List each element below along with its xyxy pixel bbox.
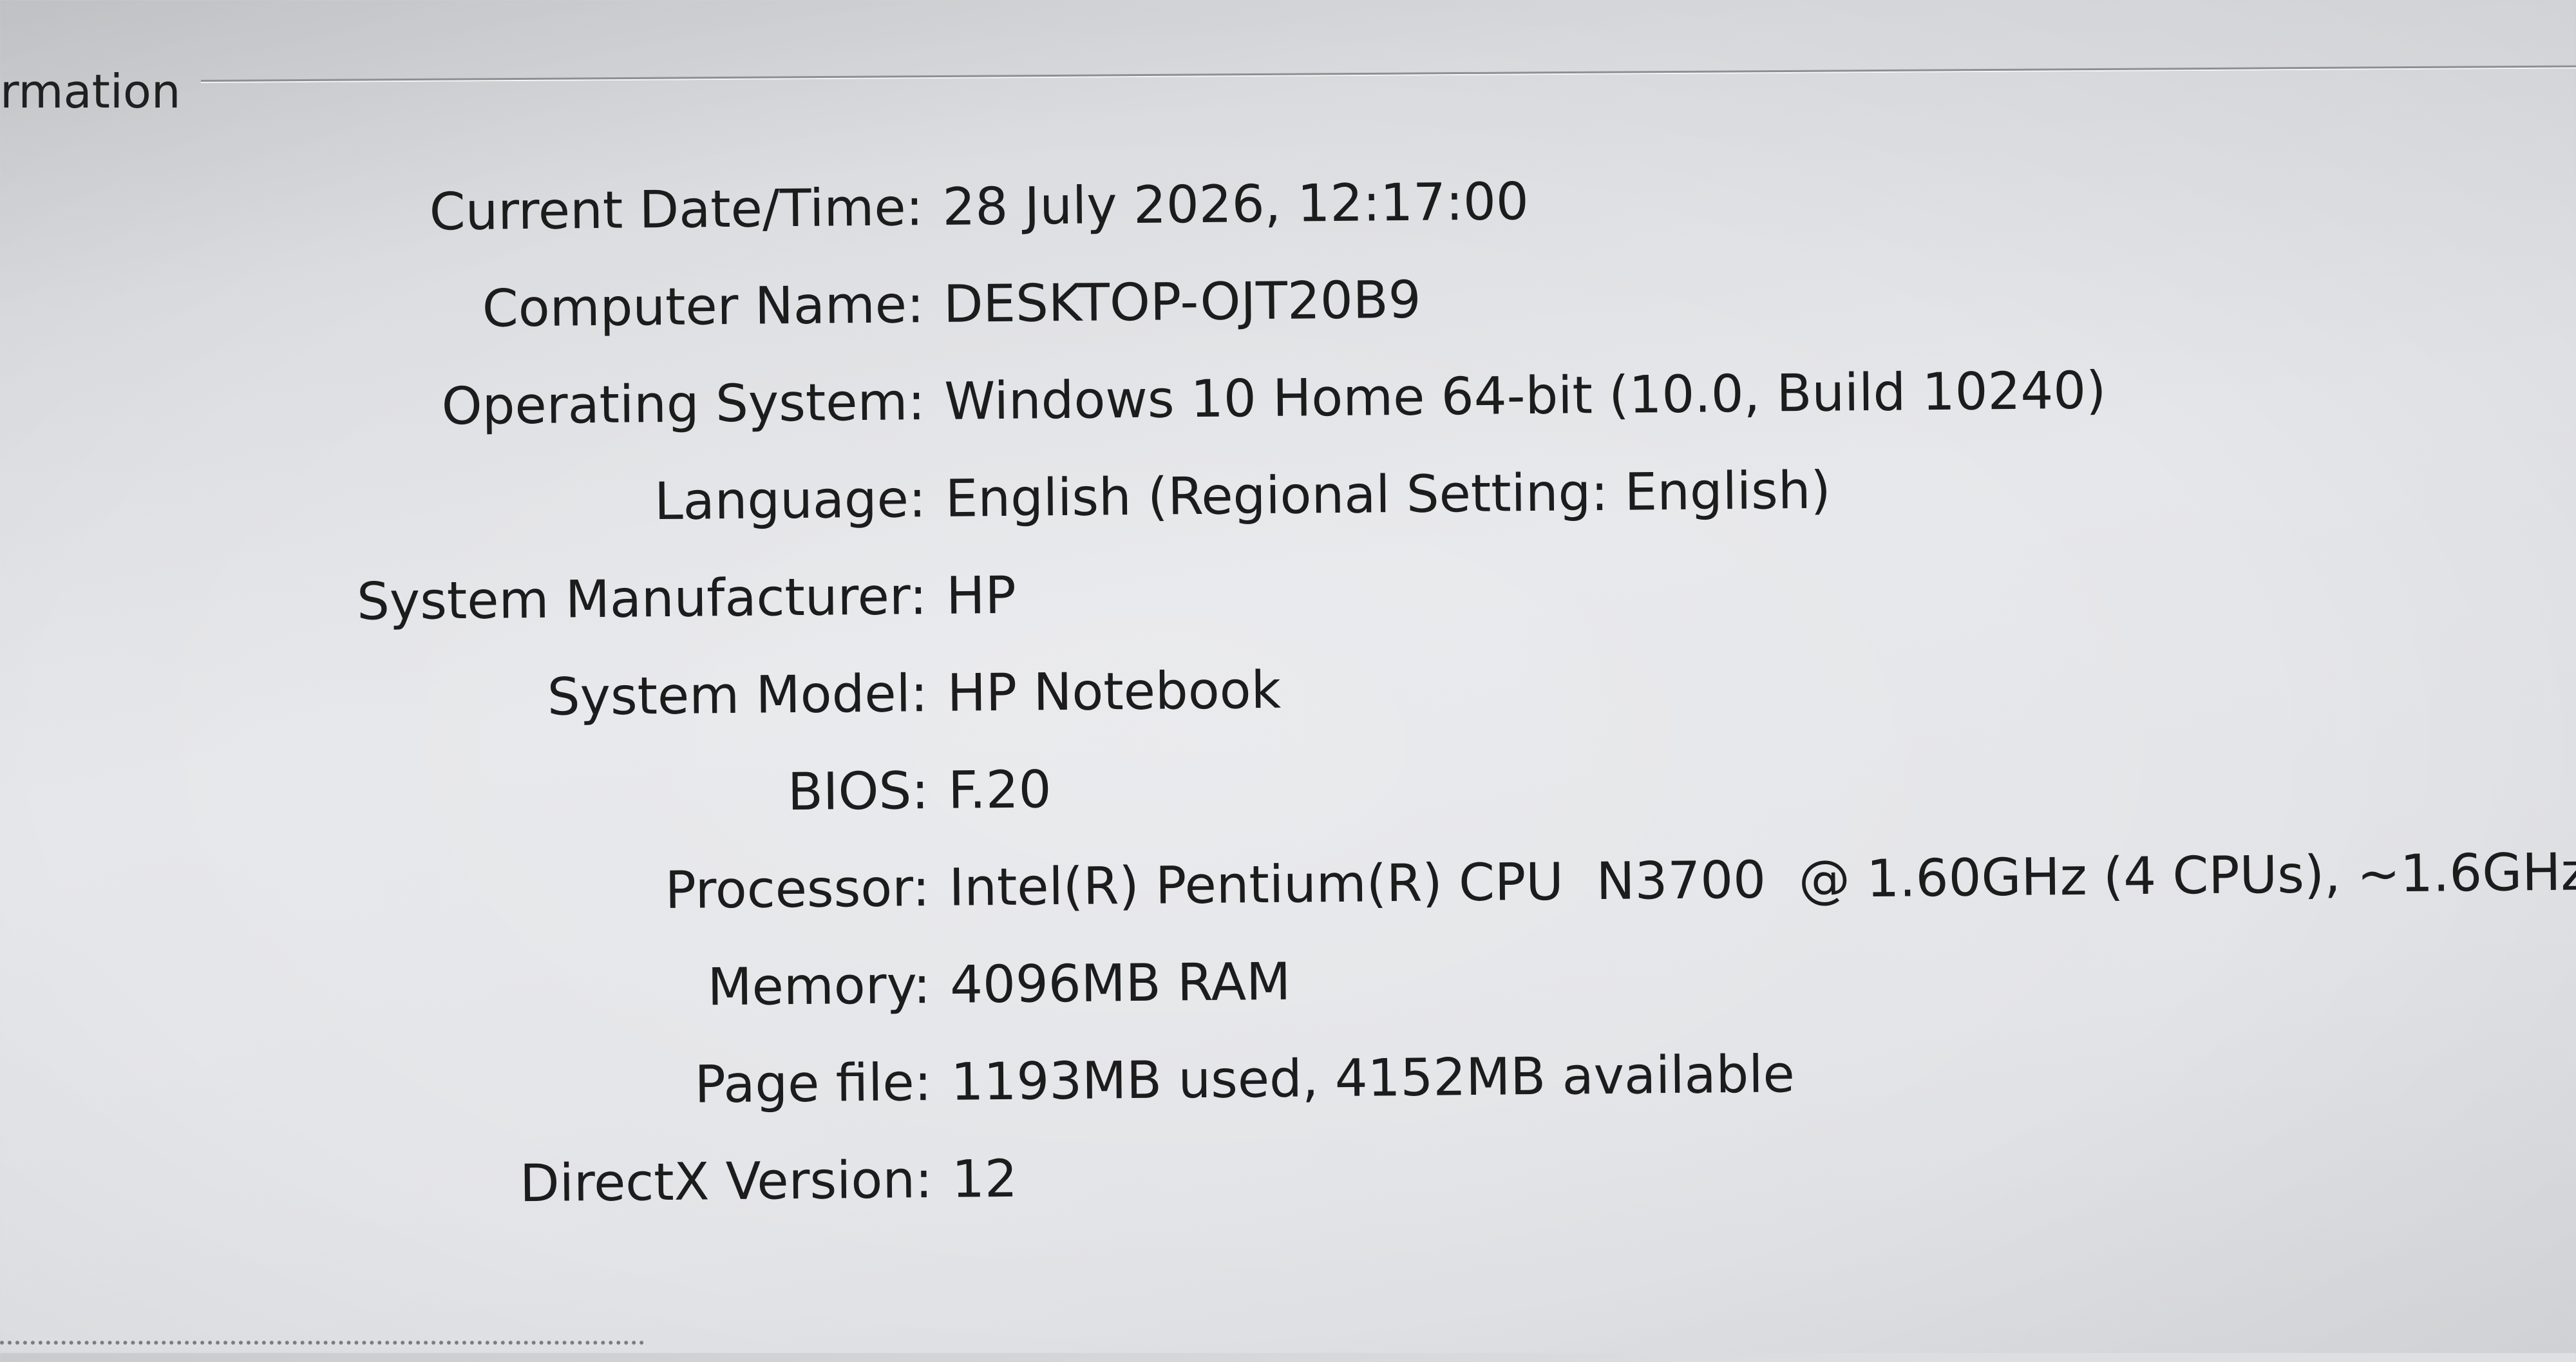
info-label: DirectX Version: [519, 1149, 933, 1214]
info-value: Windows 10 Home 64-bit (10.0, Build 1024… [943, 360, 2107, 431]
info-value: 4096MB RAM [949, 951, 1291, 1015]
info-value: DESKTOP-OJT20B9 [943, 269, 1421, 334]
info-value: HP Notebook [947, 659, 1282, 723]
info-label: Page file: [694, 1052, 932, 1115]
info-value: 12 [951, 1148, 1018, 1209]
info-row-memory: Memory: 4096MB RAM [3, 931, 2576, 1033]
info-value: English (Regional Setting: English) [945, 460, 1832, 529]
info-row-current-date-time: Current Date/Time: 28 July 2026, 12:17:0… [0, 153, 2572, 255]
info-label: Computer Name: [482, 274, 925, 339]
info-row-bios: BIOS: F.20 [1, 737, 2576, 838]
info-row-operating-system: Operating System: Windows 10 Home 64-bit… [0, 348, 2574, 449]
info-value: 28 July 2026, 12:17:00 [942, 171, 1530, 237]
system-information-panel: Current Date/Time: 28 July 2026, 12:17:0… [0, 0, 2576, 1362]
info-label: System Manufacturer: [356, 566, 927, 632]
info-label: Operating System: [441, 372, 925, 437]
info-label: Memory: [707, 955, 931, 1017]
info-row-directx-version: DirectX Version: 12 [5, 1125, 2576, 1227]
info-label: BIOS: [787, 761, 929, 822]
info-row-computer-name: Computer Name: DESKTOP-OJT20B9 [0, 251, 2573, 352]
info-label: Language: [654, 469, 927, 532]
info-label: Processor: [665, 858, 931, 921]
info-value: F.20 [947, 759, 1052, 820]
dotted-separator [0, 1341, 644, 1345]
info-value: HP [945, 565, 1017, 626]
info-label: Current Date/Time: [429, 177, 923, 242]
info-value: 1193MB used, 4152MB available [951, 1044, 1795, 1112]
info-row-system-manufacturer: System Manufacturer: HP [0, 542, 2576, 644]
info-row-language: Language: English (Regional Setting: Eng… [0, 445, 2575, 547]
info-row-page-file: Page file: 1193MB used, 4152MB available [4, 1028, 2576, 1130]
info-label: System Model: [547, 663, 929, 727]
info-value: Intel(R) Pentium(R) CPU N3700 @ 1.60GHz … [949, 842, 2576, 918]
info-row-processor: Processor: Intel(R) Pentium(R) CPU N3700… [2, 834, 2576, 936]
info-row-system-model: System Model: HP Notebook [0, 639, 2576, 741]
